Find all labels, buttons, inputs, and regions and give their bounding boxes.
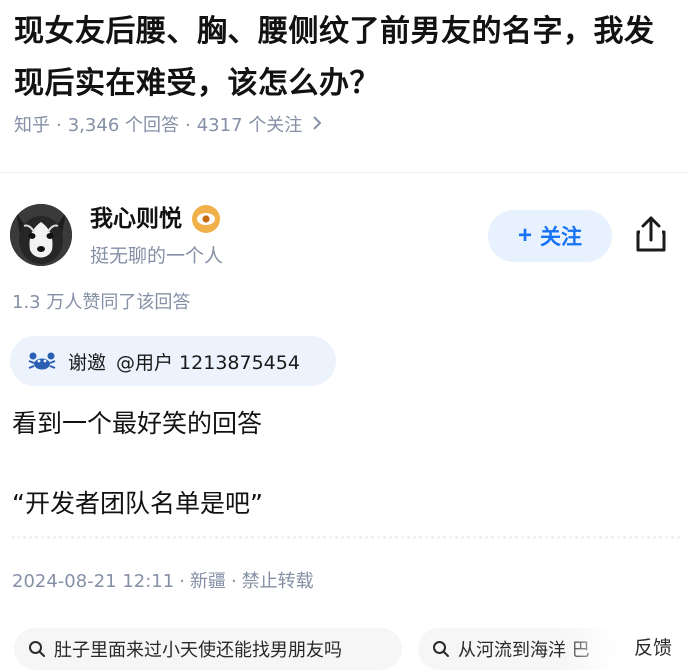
question-meta[interactable]: 知乎 · 3,346 个回答 · 4317 个关注	[14, 112, 322, 140]
post-location: 新疆	[189, 571, 226, 592]
divider	[0, 172, 690, 173]
avatar[interactable]	[10, 204, 72, 266]
source-label: 知乎	[14, 115, 50, 136]
feedback-link[interactable]: 反馈	[634, 634, 672, 662]
share-icon[interactable]	[632, 214, 670, 254]
author-name-row[interactable]: 我心则悦	[90, 202, 220, 236]
separator: ·	[56, 115, 62, 136]
invite-user[interactable]: @用户 1213875454	[116, 348, 300, 375]
author-name[interactable]: 我心则悦	[90, 202, 182, 236]
question-title[interactable]: 现女友后腰、胸、腰侧纹了前男友的名字，我发现后实在难受，该怎么办？	[14, 6, 682, 110]
follow-label: 关注	[540, 226, 582, 249]
answers-count: 3,346 个回答	[67, 115, 179, 136]
separator: ·	[179, 571, 185, 592]
follow-button[interactable]: + 关注	[488, 210, 612, 262]
invite-chip[interactable]: 谢邀 @用户 1213875454	[10, 336, 336, 386]
related-search-chip[interactable]: 肚子里面来过小天使还能找男朋友吗	[14, 628, 402, 670]
invite-label: 谢邀	[68, 351, 107, 374]
post-meta: 2024-08-21 12:11 · 新疆 · 禁止转载	[12, 568, 314, 596]
related-search-text: 肚子里面来过小天使还能找男朋友吗	[54, 640, 342, 661]
eye-badge-icon	[192, 205, 220, 233]
separator: ·	[230, 571, 237, 592]
divider	[12, 536, 680, 539]
upvote-info: 1.3 万人赞同了该回答	[12, 292, 191, 313]
search-icon	[433, 641, 449, 657]
author-bio: 挺无聊的一个人	[90, 245, 224, 267]
repost-policy: 禁止转载	[241, 571, 314, 592]
post-date: 2024-08-21 12:11	[12, 571, 175, 592]
answer-text-line: 看到一个最好笑的回答	[12, 409, 263, 438]
chevron-right-icon[interactable]	[312, 112, 322, 140]
plus-icon: +	[517, 222, 532, 249]
husky-dog-avatar	[10, 204, 72, 266]
followers-count: 4317 个关注	[196, 115, 303, 136]
search-icon	[29, 641, 45, 657]
separator: ·	[185, 115, 191, 136]
crab-icon	[28, 352, 56, 370]
answer-text-line: “开发者团队名单是吧”	[12, 489, 263, 518]
